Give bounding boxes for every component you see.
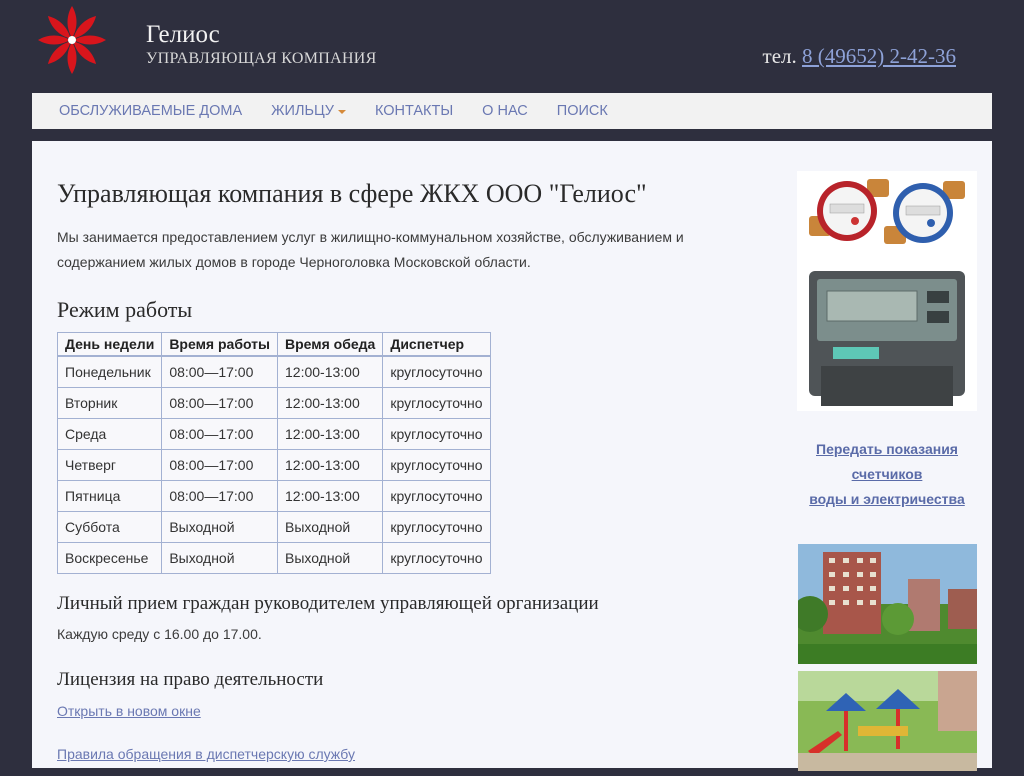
nav-label: ЖИЛЬЦУ bbox=[271, 103, 334, 119]
flower-logo-icon bbox=[38, 6, 106, 74]
playground-picture-icon bbox=[798, 671, 977, 771]
meters-illustration-icon bbox=[797, 171, 977, 411]
table-cell: 12:00-13:00 bbox=[276, 387, 384, 419]
phone-prefix: тел. bbox=[762, 44, 797, 68]
table-cell: Вторник bbox=[56, 387, 163, 419]
dropdown-caret-icon bbox=[337, 109, 346, 114]
meters-image[interactable] bbox=[797, 171, 977, 411]
nav-item-residents[interactable]: ЖИЛЬЦУ bbox=[271, 103, 346, 119]
main-nav: ОБСЛУЖИВАЕМЫЕ ДОМА ЖИЛЬЦУ КОНТАКТЫ О НАС… bbox=[32, 93, 992, 129]
table-cell: круглосуточно bbox=[382, 542, 491, 574]
playground-photo[interactable] bbox=[798, 671, 977, 771]
site-header: Гелиос УПРАВЛЯЮЩАЯ КОМПАНИЯ тел. 8 (4965… bbox=[0, 0, 1024, 93]
table-cell: 12:00-13:00 bbox=[276, 418, 384, 450]
table-cell: Четверг bbox=[56, 449, 163, 481]
dispatch-rules-link[interactable]: Правила обращения в диспетчерскую службу bbox=[57, 746, 355, 762]
column-header: Диспетчер bbox=[382, 332, 491, 357]
nav-item-contacts[interactable]: КОНТАКТЫ bbox=[375, 103, 453, 119]
column-header: Время работы bbox=[161, 332, 278, 357]
table-cell: Выходной bbox=[161, 511, 278, 543]
nav-label: КОНТАКТЫ bbox=[374, 103, 454, 119]
table-row: Среда 08:00—17:00 12:00-13:00 круглосуточно bbox=[56, 418, 491, 450]
nav-label: О НАС bbox=[482, 103, 528, 119]
table-cell: 12:00-13:00 bbox=[276, 355, 384, 388]
table-cell: 08:00—17:00 bbox=[161, 418, 278, 450]
meter-link-line[interactable]: счетчиков bbox=[852, 466, 923, 482]
table-cell: Суббота bbox=[56, 511, 163, 543]
table-cell: Пятница bbox=[56, 480, 163, 512]
page-title: Управляющая компания в сфере ЖКХ ООО "Ге… bbox=[57, 179, 647, 208]
table-cell: Понедельник bbox=[56, 355, 163, 388]
table-cell: круглосуточно bbox=[382, 418, 491, 450]
logo[interactable] bbox=[36, 4, 108, 76]
table-cell: 12:00-13:00 bbox=[276, 480, 384, 512]
table-row: Четверг 08:00—17:00 12:00-13:00 круглосуточ… bbox=[56, 449, 491, 481]
table-cell: Воскресенье bbox=[56, 542, 163, 574]
phone-link[interactable]: 8 (49652) 2-42-36 bbox=[802, 44, 956, 68]
table-row: Вторник 08:00—17:00 12:00-13:00 круглосуточ… bbox=[56, 387, 491, 419]
meter-link-line[interactable]: Передать показания bbox=[816, 441, 958, 457]
table-cell: Среда bbox=[56, 418, 163, 450]
license-heading: Лицензия на право деятельности bbox=[57, 669, 324, 690]
content-area: Управляющая компания в сфере ЖКХ ООО "Ге… bbox=[32, 141, 992, 771]
nav-label: ПОИСК bbox=[556, 103, 608, 119]
table-cell: Выходной bbox=[276, 542, 384, 574]
intro-text: Мы занимается предоставлением услуг в жи… bbox=[57, 229, 684, 270]
table-row: Воскресенье Выходной Выходной круглосуточно bbox=[56, 542, 491, 574]
reception-heading: Личный прием граждан руководителем управ… bbox=[57, 593, 599, 614]
table-cell: 08:00—17:00 bbox=[161, 480, 278, 512]
table-cell: Выходной bbox=[276, 511, 384, 543]
table-row: Понедельник 08:00—17:00 12:00-13:00 круглос… bbox=[56, 355, 491, 388]
table-cell: круглосуточно bbox=[382, 449, 491, 481]
nav-item-houses[interactable]: ОБСЛУЖИВАЕМЫЕ ДОМА bbox=[59, 103, 242, 119]
column-header: День недели bbox=[56, 332, 163, 357]
site-title[interactable]: Гелиос bbox=[146, 21, 220, 49]
table-cell: 08:00—17:00 bbox=[161, 387, 278, 419]
nav-item-search[interactable]: ПОИСК bbox=[557, 103, 608, 119]
table-row: Суббота Выходной Выходной круглосуточно bbox=[56, 511, 491, 543]
building-photo[interactable] bbox=[792, 544, 977, 664]
column-header: Время обеда bbox=[276, 332, 384, 357]
nav-item-about[interactable]: О НАС bbox=[482, 103, 528, 119]
table-cell: круглосуточно bbox=[382, 387, 491, 419]
nav-label: ОБСЛУЖИВАЕМЫЕ ДОМА bbox=[59, 103, 243, 119]
table-row: Пятница 08:00—17:00 12:00-13:00 круглосуточ… bbox=[56, 480, 491, 512]
table-cell: 12:00-13:00 bbox=[276, 449, 384, 481]
table-cell: круглосуточно bbox=[382, 480, 491, 512]
schedule-table: День недели Время работы Время обеда Дис… bbox=[56, 332, 491, 574]
table-header-row: День недели Время работы Время обеда Дис… bbox=[56, 332, 491, 357]
submit-meter-readings-link[interactable]: Передать показания счетчиков воды и элек… bbox=[797, 437, 977, 512]
phone-block: тел. 8 (49652) 2-42-36 bbox=[763, 44, 956, 69]
reception-text: Каждую среду с 16.00 до 17.00. bbox=[57, 626, 262, 642]
site-subtitle: УПРАВЛЯЮЩАЯ КОМПАНИЯ bbox=[146, 50, 377, 67]
meter-link-line[interactable]: воды и электричества bbox=[809, 491, 965, 507]
open-in-new-window-link[interactable]: Открыть в новом окне bbox=[57, 703, 201, 719]
table-cell: 08:00—17:00 bbox=[161, 355, 278, 388]
table-cell: 08:00—17:00 bbox=[161, 449, 278, 481]
schedule-heading: Режим работы bbox=[57, 297, 193, 322]
table-cell: круглосуточно bbox=[382, 511, 491, 543]
table-cell: круглосуточно bbox=[382, 355, 491, 388]
buildings-picture-icon bbox=[792, 544, 977, 664]
table-cell: Выходной bbox=[161, 542, 278, 574]
